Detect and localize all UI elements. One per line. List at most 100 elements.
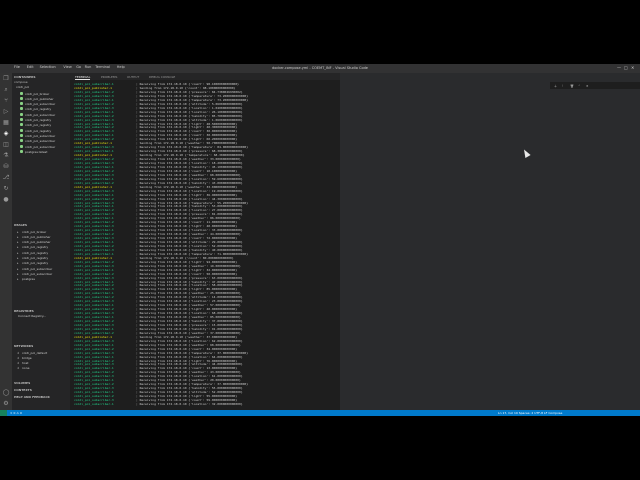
containers-header[interactable]: CONTAINERS — [14, 75, 36, 79]
containers-group[interactable]: compose — [14, 80, 28, 84]
git-graph-icon[interactable]: ⎇ — [2, 174, 10, 182]
live-share-icon[interactable]: ↻ — [2, 185, 10, 193]
accounts-icon[interactable]: ◯ — [2, 389, 10, 397]
menu-item[interactable]: View — [63, 65, 71, 69]
editor-status[interactable]: Ln 17, Col 19 Spaces: 2 UTF-8 LF Compose — [498, 411, 562, 415]
connect-registry-link[interactable]: Connect Registry... — [18, 314, 46, 318]
add-terminal-icon[interactable]: ＋ — [554, 84, 557, 88]
panel-area: TERMINAL PROBLEMS OUTPUT DEBUG CONSOLE cold… — [70, 73, 340, 410]
image-label: coldi_pol_publisher — [22, 234, 51, 239]
image-item[interactable]: ▸ coldi_pol_subscriber — [12, 271, 70, 276]
container-item[interactable]: coldi_pol_subscriber — [12, 139, 70, 144]
network-item[interactable]: ⋔ coldi_pol_default — [12, 350, 70, 355]
test-icon[interactable]: ⚗ — [2, 152, 10, 160]
container-item[interactable]: coldi_pol_registry — [12, 118, 70, 123]
image-icon: ▸ — [17, 250, 19, 255]
image-item[interactable]: ▸ coldi_pol_registry — [12, 250, 70, 255]
container-item[interactable]: coldi_pol_publisher — [12, 96, 70, 101]
image-item[interactable]: ▸ coldi_pol_publisher — [12, 240, 70, 245]
compose-project[interactable]: coldi_pol — [16, 85, 29, 89]
menu-item[interactable]: Go — [76, 65, 81, 69]
menu-item[interactable]: Selection — [40, 65, 56, 69]
tab-problems[interactable]: PROBLEMS — [101, 75, 117, 79]
image-item[interactable]: ▸ coldi_pol_registry — [12, 261, 70, 266]
image-label: coldi_pol_broker — [22, 229, 47, 234]
network-item[interactable]: ⋔ host — [12, 361, 70, 366]
container-item[interactable]: coldi_pol_registry — [12, 128, 70, 133]
search-icon[interactable]: ⌕ — [2, 86, 10, 94]
remote-icon[interactable]: ◫ — [2, 141, 10, 149]
container-item[interactable]: coldi_pol_registry — [12, 107, 70, 112]
images-header[interactable]: IMAGES — [14, 223, 27, 227]
image-item[interactable]: ▸ coldi_pol_publisher — [12, 234, 70, 239]
image-label: coldi_pol_registry — [22, 256, 49, 260]
running-icon — [20, 133, 23, 137]
container-label: coldi_pol_registry — [25, 107, 52, 112]
container-item[interactable]: coldi_pol_registry — [12, 123, 70, 128]
network-icon: ⋔ — [17, 361, 20, 366]
title-bar: docker-compose.yml - COEMT_INF - Visual … — [0, 64, 640, 73]
close-icon[interactable]: ✕ — [631, 65, 634, 70]
extensions-icon[interactable]: ▦ — [2, 119, 10, 127]
running-icon — [20, 128, 23, 132]
panel-close-icon[interactable]: ✕ — [586, 84, 589, 88]
container-item[interactable]: coldi_pol_subscriber — [12, 133, 70, 138]
terminal-output[interactable]: coldi_pol_subscriber-1 | Receiving from 1… — [72, 82, 340, 408]
tab-output[interactable]: OUTPUT — [127, 75, 139, 79]
menu-item[interactable]: Edit — [27, 65, 34, 69]
menu-item[interactable]: File — [14, 65, 20, 69]
container-label: postgres:latest — [25, 149, 48, 154]
minimize-icon[interactable]: — — [617, 65, 621, 70]
tab-debug-console[interactable]: DEBUG CONSOLE — [149, 75, 175, 79]
container-label: coldi_pol_subscriber — [25, 102, 56, 107]
menu-item[interactable]: Run — [85, 65, 92, 69]
container-label: coldi_pol_registry — [25, 123, 52, 128]
container-item[interactable]: postgres:latest — [12, 149, 70, 154]
source-control-icon[interactable]: ⑂ — [2, 97, 10, 105]
chevron-up-icon[interactable]: ⌃ — [578, 84, 581, 88]
explorer-icon[interactable]: ❐ — [2, 75, 10, 83]
running-icon — [20, 96, 23, 100]
registries-header[interactable]: REGISTRIES — [14, 309, 34, 313]
container-item[interactable]: coldi_pol_subscriber — [12, 144, 70, 149]
contexts-header[interactable]: CONTEXTS — [14, 388, 32, 392]
menu-item[interactable]: Terminal — [95, 65, 110, 69]
help-header[interactable]: HELP AND FEEDBACK — [14, 395, 50, 399]
volumes-header[interactable]: VOLUMES — [14, 381, 30, 385]
image-item[interactable]: ▸ coldi_pol_broker — [12, 229, 70, 234]
vscode-window: docker-compose.yml - COEMT_INF - Visual … — [0, 64, 640, 416]
maximize-icon[interactable]: □ — [624, 65, 628, 70]
container-item[interactable]: coldi_pol_subscriber — [12, 112, 70, 117]
image-item[interactable]: ▸ coldi_pol_registry — [12, 245, 70, 250]
network-item[interactable]: ⋔ none — [12, 366, 70, 371]
menu-item[interactable]: Help — [117, 65, 125, 69]
extension-panel-icon[interactable]: ● — [2, 196, 10, 204]
container-item[interactable]: coldi_pol_subscriber — [12, 102, 70, 107]
network-label: bridge — [22, 355, 32, 360]
image-item[interactable]: ▸ coldi_pol_subscriber — [12, 266, 70, 271]
running-icon — [20, 107, 23, 111]
gear-icon[interactable]: ⚙ — [2, 400, 10, 408]
docker-icon[interactable]: ◈ — [2, 130, 10, 138]
problems-count[interactable]: ⨯ 0 ⚠ 0 — [10, 411, 22, 415]
run-debug-icon[interactable]: ▷ — [2, 108, 10, 116]
split-terminal-icon[interactable]: ⫶ — [562, 84, 563, 88]
container-item[interactable]: coldi_pol_broker — [12, 91, 70, 96]
networks-header[interactable]: NETWORKS — [14, 344, 33, 348]
image-icon: ▸ — [17, 245, 19, 250]
editor-area-right[interactable]: ＋ ⫶ 🗑 ⌃ ✕ — [340, 73, 640, 410]
remote-indicator[interactable] — [0, 410, 7, 416]
image-label: postgres — [22, 277, 35, 282]
network-item[interactable]: ⋔ bridge — [12, 355, 70, 360]
trash-icon[interactable]: 🗑 — [570, 84, 574, 88]
image-item[interactable]: ▸ postgres — [12, 277, 70, 282]
image-item[interactable]: ▸ coldi_pol_registry — [12, 256, 70, 261]
activity-bar: ❐ ⌕ ⑂ ▷ ▦ ◈ ◫ ⚗ ⛁ ⎇ ↻ ● ◯ ⚙ — [0, 73, 12, 410]
image-icon: ▸ — [17, 234, 19, 239]
tab-terminal[interactable]: TERMINAL — [75, 75, 91, 80]
container-name: coldi_pol_subscriber-1 — [74, 401, 114, 406]
image-label: coldi_pol_registry — [22, 245, 49, 250]
database-icon[interactable]: ⛁ — [2, 163, 10, 171]
network-icon: ⋔ — [17, 355, 20, 360]
running-icon — [20, 91, 23, 95]
